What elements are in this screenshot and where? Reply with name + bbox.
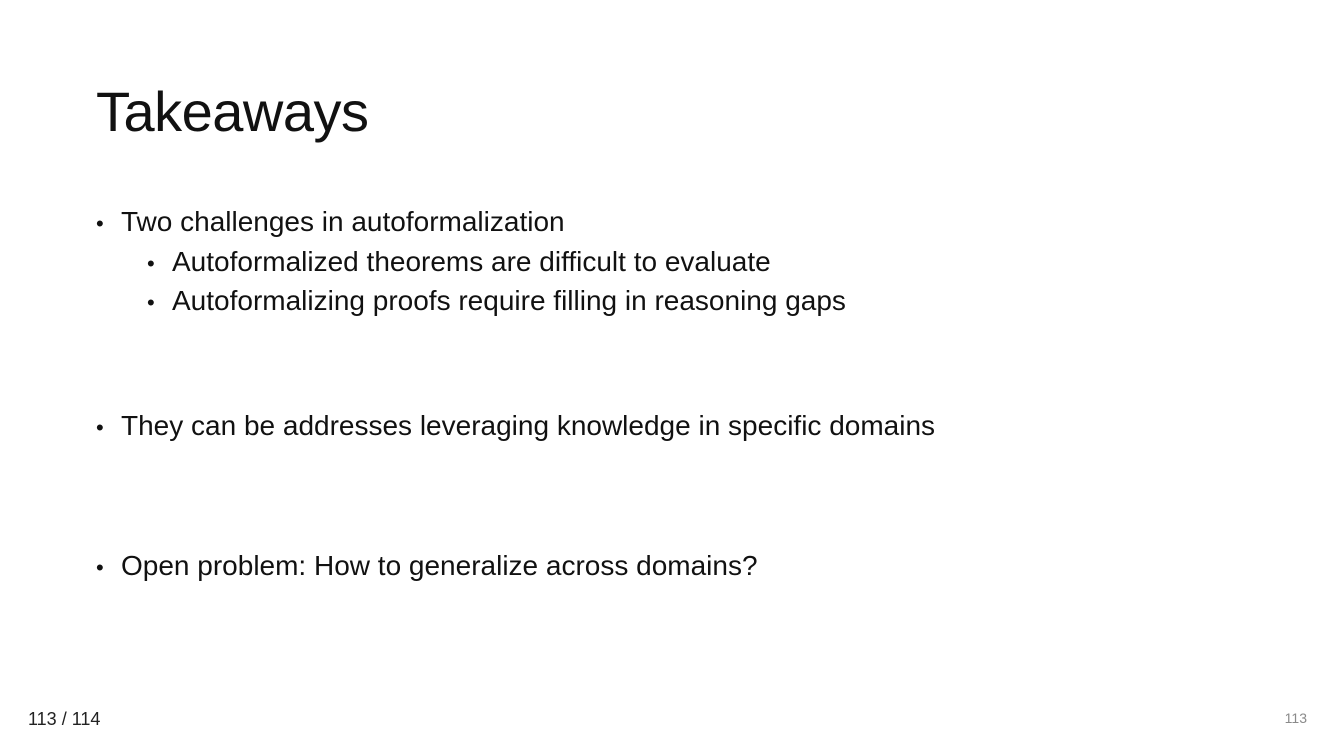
bullet-dot-icon: •: [96, 211, 104, 236]
bullet-item: • Open problem: How to generalize across…: [96, 549, 758, 583]
bullet-text: They can be addresses leveraging knowled…: [121, 410, 936, 441]
sub-bullet-text: Autoformalizing proofs require filling i…: [172, 285, 846, 316]
sub-bullet-item: • Autoformalizing proofs require filling…: [147, 284, 846, 318]
bullet-text: Two challenges in autoformalization: [121, 206, 565, 237]
bullet-item: • They can be addresses leveraging knowl…: [96, 409, 936, 443]
sub-bullet-text: Autoformalized theorems are difficult to…: [172, 246, 771, 277]
bullet-dot-icon: •: [96, 415, 104, 440]
slide-title: Takeaways: [96, 80, 369, 143]
page-counter[interactable]: 113 / 114: [28, 709, 100, 730]
bullet-dot-icon: •: [147, 290, 155, 315]
bullet-item: • Two challenges in autoformalization: [96, 205, 565, 239]
bullet-dot-icon: •: [147, 251, 155, 276]
sub-bullet-item: • Autoformalized theorems are difficult …: [147, 245, 771, 279]
slide-number: 113: [1284, 710, 1307, 726]
bullet-text: Open problem: How to generalize across d…: [121, 550, 758, 581]
bullet-dot-icon: •: [96, 555, 104, 580]
